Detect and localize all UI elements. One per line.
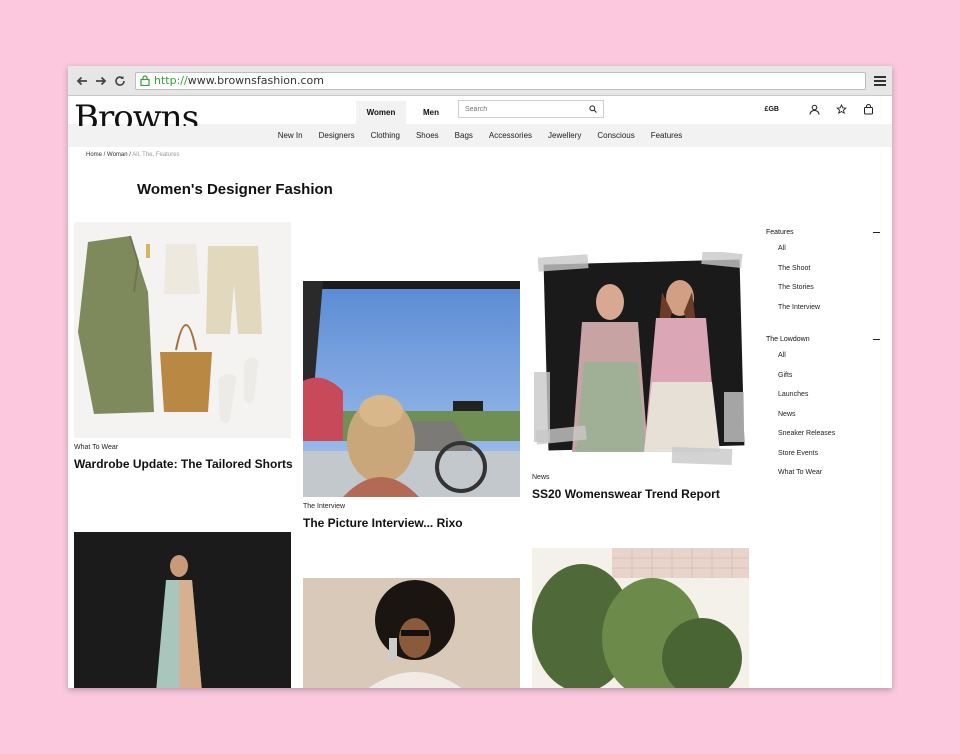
article-card[interactable]: What To Wear Wardrobe Update: The Tailor…	[74, 222, 293, 471]
search-box	[458, 100, 604, 118]
article-category: News	[532, 474, 550, 481]
article-image-portrait[interactable]	[303, 578, 520, 688]
utility-bar: £GB	[765, 104, 874, 115]
browser-toolbar: http:// www.brownsfashion.com	[68, 66, 892, 96]
url-protocol: http://	[154, 74, 188, 87]
nav-item-jewellery[interactable]: Jewellery	[548, 131, 581, 140]
sidebar-item-store-events[interactable]: Store Events	[778, 450, 880, 470]
article-card[interactable]	[303, 578, 520, 688]
tab-men[interactable]: Men	[406, 101, 456, 124]
nav-item-features[interactable]: Features	[651, 131, 683, 140]
article-image-flatlay[interactable]	[74, 222, 291, 438]
tab-women[interactable]: Women	[356, 101, 406, 124]
article-image-car[interactable]	[303, 281, 520, 497]
sidebar-item-news[interactable]: News	[778, 411, 880, 431]
article-title[interactable]: Wardrobe Update: The Tailored Shorts	[74, 457, 293, 471]
collapse-minus-icon[interactable]	[873, 339, 880, 340]
article-title[interactable]: The Picture Interview... Rixo	[303, 516, 520, 530]
collapse-minus-icon[interactable]	[873, 232, 880, 233]
article-category: The Interview	[303, 503, 346, 510]
lock-icon	[140, 75, 150, 86]
article-category: What To Wear	[74, 444, 119, 451]
bag-icon[interactable]	[863, 104, 874, 115]
forward-icon[interactable]	[93, 73, 109, 89]
main-nav: New In Designers Clothing Shoes Bags Acc…	[68, 124, 892, 147]
sidebar-section-header[interactable]: The Lowdown	[766, 336, 880, 343]
reload-icon[interactable]	[112, 73, 128, 89]
article-image-dress[interactable]	[74, 532, 291, 688]
article-card[interactable]: News SS20 Womenswear Trend Report	[532, 252, 749, 501]
gender-tabs: Women Men	[356, 101, 456, 124]
page-title: Women's Designer Fashion	[137, 181, 333, 198]
sidebar-item-sneaker-releases[interactable]: Sneaker Releases	[778, 430, 880, 450]
sidebar-item-launches[interactable]: Launches	[778, 391, 880, 411]
nav-item-conscious[interactable]: Conscious	[597, 131, 634, 140]
search-input[interactable]	[465, 105, 589, 113]
nav-item-clothing[interactable]: Clothing	[371, 131, 400, 140]
sidebar-item-gifts[interactable]: Gifts	[778, 372, 880, 392]
breadcrumb-home[interactable]: Home	[86, 152, 102, 158]
account-icon[interactable]	[809, 104, 820, 115]
browser-window: http:// www.brownsfashion.com Browns Wom…	[68, 66, 892, 688]
features-sidebar: Features All The Shoot The Stories The I…	[766, 229, 880, 502]
sidebar-section-header[interactable]: Features	[766, 229, 880, 236]
nav-item-shoes[interactable]: Shoes	[416, 131, 439, 140]
site-header: Browns Women Men £GB	[68, 96, 892, 126]
sidebar-item-the-shoot[interactable]: The Shoot	[778, 265, 880, 285]
breadcrumb-woman[interactable]: Woman	[107, 152, 128, 158]
article-image-plants[interactable]	[532, 548, 749, 688]
sidebar-item-all[interactable]: All	[778, 352, 880, 372]
wishlist-star-icon[interactable]	[836, 104, 847, 115]
url-text: www.brownsfashion.com	[187, 74, 324, 87]
nav-item-bags[interactable]: Bags	[455, 131, 473, 140]
article-title[interactable]: SS20 Womenswear Trend Report	[532, 487, 749, 501]
sidebar-section-title: Features	[766, 229, 794, 236]
sidebar-section-title: The Lowdown	[766, 336, 810, 343]
hamburger-menu-icon[interactable]	[874, 75, 886, 87]
article-card[interactable]	[532, 548, 749, 688]
nav-item-accessories[interactable]: Accessories	[489, 131, 532, 140]
breadcrumb-current: All, The, Features	[132, 152, 180, 158]
site-logo[interactable]: Browns	[74, 98, 198, 126]
address-bar[interactable]: http:// www.brownsfashion.com	[135, 71, 866, 90]
search-icon[interactable]	[589, 105, 597, 113]
nav-item-designers[interactable]: Designers	[319, 131, 355, 140]
sidebar-section-features: Features All The Shoot The Stories The I…	[766, 229, 880, 323]
article-card[interactable]: The Interview The Picture Interview... R…	[303, 281, 520, 530]
breadcrumb: Home / Woman / All, The, Features	[86, 152, 180, 158]
nav-item-new-in[interactable]: New In	[278, 131, 303, 140]
sidebar-item-what-to-wear[interactable]: What To Wear	[778, 469, 880, 489]
back-icon[interactable]	[74, 73, 90, 89]
article-image-models[interactable]	[532, 252, 749, 468]
sidebar-item-all[interactable]: All	[778, 245, 880, 265]
currency-selector[interactable]: £GB	[765, 106, 779, 113]
article-card[interactable]	[74, 532, 291, 688]
sidebar-item-the-interview[interactable]: The Interview	[778, 304, 880, 324]
sidebar-item-the-stories[interactable]: The Stories	[778, 284, 880, 304]
sidebar-section-lowdown: The Lowdown All Gifts Launches News Snea…	[766, 336, 880, 489]
